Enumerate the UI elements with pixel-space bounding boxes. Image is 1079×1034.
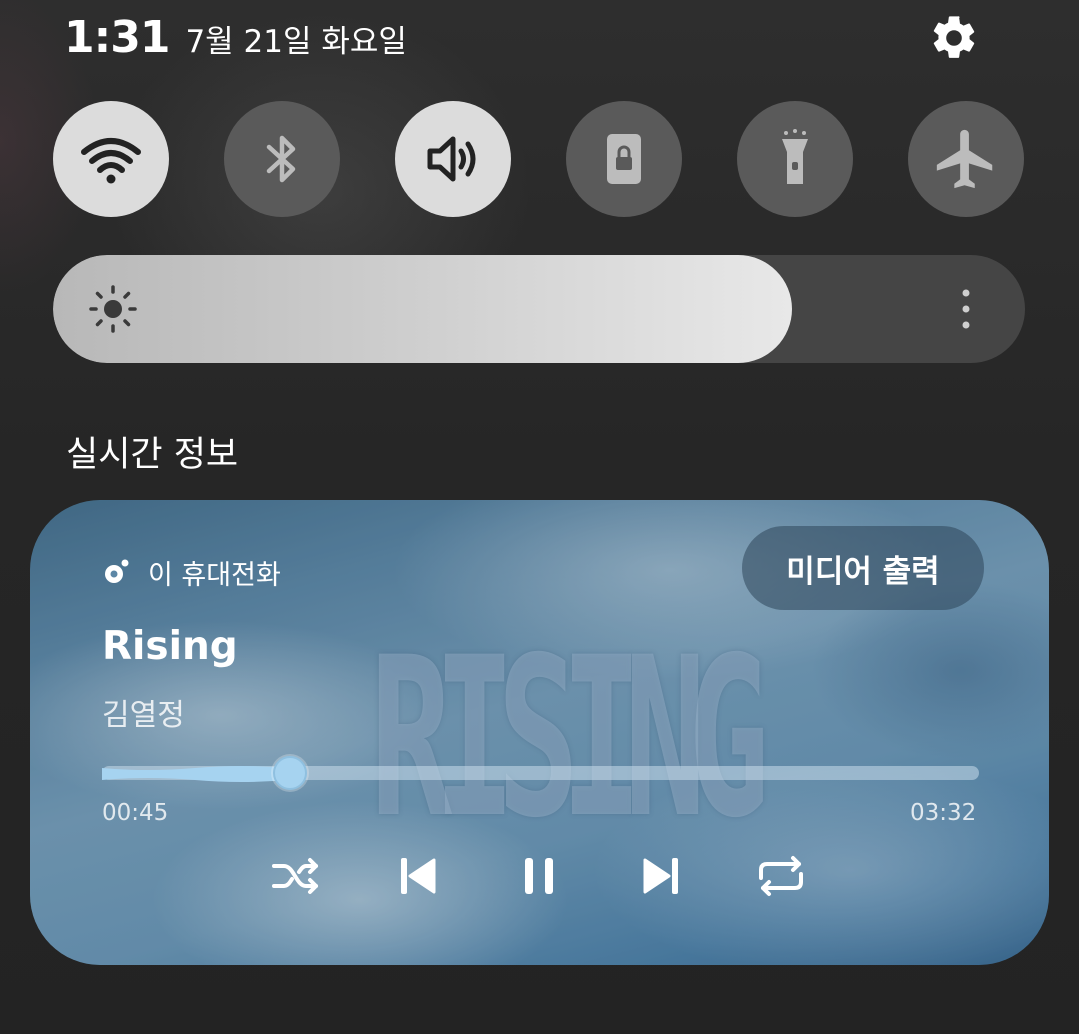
brightness-slider[interactable] [53,255,1025,363]
portrait-lock-icon [607,134,641,184]
shuffle-icon [272,858,318,894]
song-title: Rising [102,624,238,669]
volume-icon [427,136,476,182]
album-art-text: RISING [370,610,770,866]
bluetooth-toggle[interactable] [224,101,340,217]
wifi-icon [81,138,141,184]
media-output-button[interactable]: 미디어 출력 [742,526,984,610]
more-vertical-icon[interactable] [951,287,981,331]
current-time: 00:45 [102,800,169,826]
bluetooth-icon [266,135,296,183]
device-label: 이 휴대전화 [148,559,281,591]
brightness-fill [53,255,792,363]
gear-icon[interactable] [928,12,980,64]
clock: 1:31 [64,12,170,63]
next-button[interactable] [633,848,689,904]
shuffle-button[interactable] [268,848,324,904]
playback-device: 이 휴대전화 [102,554,281,591]
flashlight-toggle[interactable] [737,101,853,217]
sun-icon [89,285,137,333]
progress-thumb[interactable] [272,756,307,790]
artist-name: 김열정 [102,698,185,733]
pause-button[interactable] [511,848,567,904]
total-time: 03:32 [910,800,977,826]
progress-fill [102,766,288,782]
media-player-card[interactable]: RISING 이 휴대전화 미디어 출력 Rising 김열정 00:45 03… [30,500,1049,965]
status-bar: 1:31 7월 21일 화요일 [64,12,407,66]
repeat-button[interactable] [753,848,809,904]
wifi-toggle[interactable] [53,101,169,217]
quick-settings-row [53,101,1025,217]
rotation-lock-toggle[interactable] [566,101,682,217]
section-title: 실시간 정보 [66,435,239,475]
airplane-toggle[interactable] [908,101,1024,217]
airplane-icon [936,129,993,189]
audio-output-icon [105,559,129,583]
repeat-icon [759,856,803,896]
sound-toggle[interactable] [395,101,511,217]
pause-icon [525,858,553,894]
previous-button[interactable] [390,848,446,904]
previous-icon [401,858,436,894]
date: 7월 21일 화요일 [185,24,407,60]
next-icon [643,858,678,894]
flashlight-icon [782,129,808,184]
